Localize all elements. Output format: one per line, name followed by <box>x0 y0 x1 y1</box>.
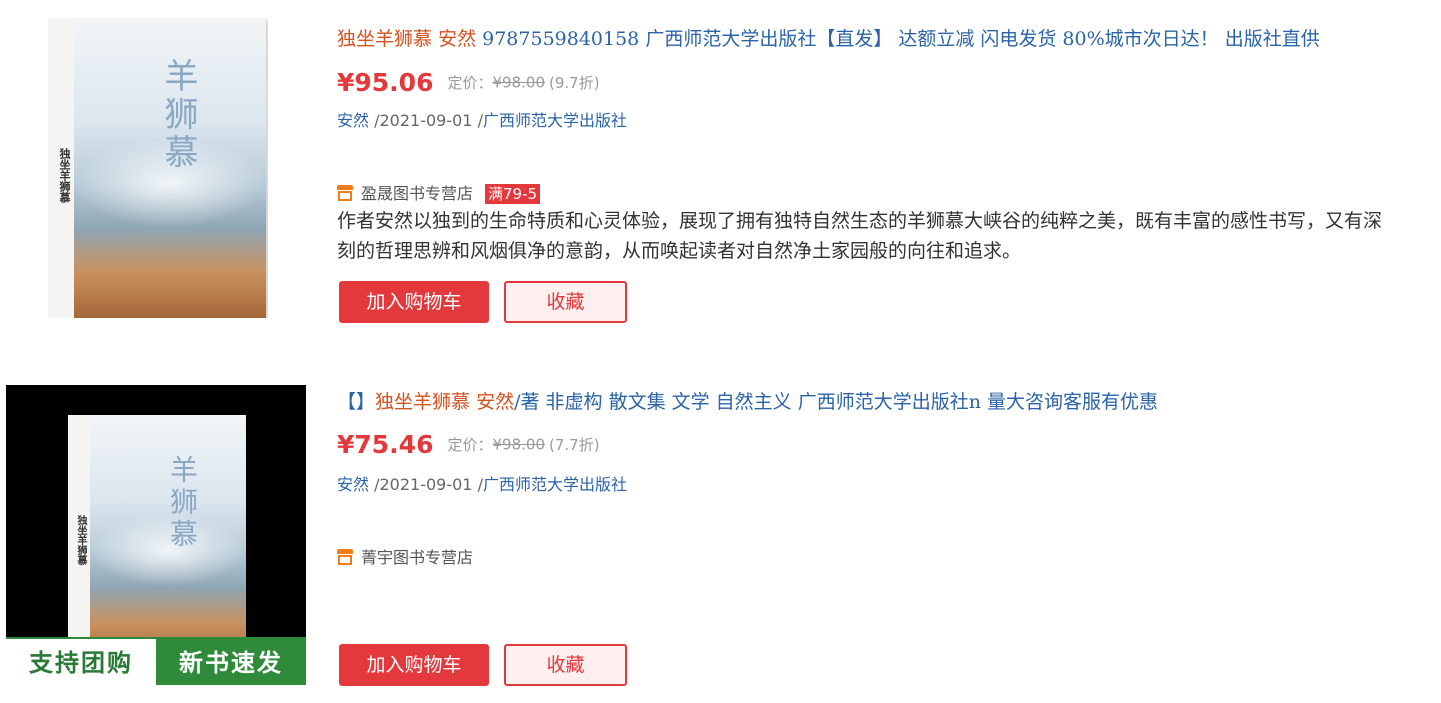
add-to-cart-button[interactable]: 加入购物车 <box>339 281 489 323</box>
cover-title: 羊狮慕 <box>166 455 199 551</box>
book-front: 羊狮慕 <box>90 415 246 661</box>
shop-row: 菁宇图书专营店 <box>337 544 473 568</box>
discount-rate: (7.7折) <box>549 436 600 454</box>
book-spine: 独坐羊狮慕 <box>68 415 91 661</box>
group-buy-label: 支持团购 <box>6 639 156 685</box>
product-cover-image[interactable]: 独坐羊狮慕 羊狮慕 <box>48 18 268 318</box>
spine-title: 独坐羊狮慕 <box>75 515 86 565</box>
book-meta: 安然 /2021-09-01 /广西师范大学出版社 <box>337 107 627 131</box>
author-link[interactable]: 安然 <box>337 475 369 494</box>
favorite-button[interactable]: 收藏 <box>504 644 627 686</box>
cover-title: 羊狮慕 <box>158 58 198 172</box>
list-price-label: 定价： <box>447 74 493 92</box>
book-spine: 独坐羊狮慕 <box>48 18 75 318</box>
title-rest[interactable]: 9787559840158 广西师范大学出版社【直发】 达额立减 闪电发货 80… <box>482 28 1320 50</box>
product-title-link[interactable]: 【】独坐羊狮慕 安然/著 非虚构 散文集 文学 自然主义 广西师范大学出版社n … <box>337 387 1158 414</box>
title-author[interactable]: 安然 <box>476 391 514 413</box>
list-price-label: 定价： <box>447 436 493 454</box>
shop-name-link[interactable]: 菁宇图书专营店 <box>361 548 473 567</box>
product-item: 独坐羊狮慕 羊狮慕 独坐羊狮慕 安然 9787559840158 广西师范大学出… <box>0 0 1441 350</box>
add-to-cart-button[interactable]: 加入购物车 <box>339 644 489 686</box>
price-row: ¥95.06 定价：¥98.00 (9.7折) <box>337 68 600 97</box>
store-icon <box>337 549 353 565</box>
new-book-label: 新书速发 <box>156 639 306 685</box>
book-meta: 安然 /2021-09-01 /广西师范大学出版社 <box>337 471 627 495</box>
product-cover-image[interactable]: 独坐羊狮慕 羊狮慕 支持团购 新书速发 <box>6 385 306 685</box>
discount-rate: (9.7折) <box>549 74 600 92</box>
title-rest[interactable]: /著 非虚构 散文集 文学 自然主义 广西师范大学出版社n 量大咨询客服有优惠 <box>514 391 1158 413</box>
list-price: ¥98.00 <box>492 73 546 92</box>
favorite-button[interactable]: 收藏 <box>504 281 627 323</box>
title-author[interactable]: 安然 <box>438 28 476 50</box>
shop-name-link[interactable]: 盈晟图书专营店 <box>361 184 473 203</box>
cover-promo-strip: 支持团购 新书速发 <box>6 637 306 685</box>
title-bracket[interactable]: 【】 <box>337 391 375 413</box>
product-description: 作者安然以独到的生命特质和心灵体验，展现了拥有独特自然生态的羊狮慕大峡谷的纯粹之… <box>337 210 1383 262</box>
store-icon <box>337 185 353 201</box>
publish-date: /2021-09-01 / <box>374 475 483 494</box>
publisher-link[interactable]: 广西师范大学出版社 <box>483 475 627 494</box>
book-cover-art: 独坐羊狮慕 羊狮慕 <box>68 415 246 661</box>
product-title-link[interactable]: 独坐羊狮慕 安然 9787559840158 广西师范大学出版社【直发】 达额立… <box>337 24 1320 51</box>
author-link[interactable]: 安然 <box>337 111 369 130</box>
product-item: 独坐羊狮慕 羊狮慕 支持团购 新书速发 【】独坐羊狮慕 安然/著 非虚构 散文集… <box>0 363 1441 703</box>
promo-badge: 满79-5 <box>485 184 541 204</box>
title-book-name[interactable]: 独坐羊狮慕 <box>375 391 470 413</box>
sale-price: ¥75.46 <box>337 430 434 459</box>
publisher-link[interactable]: 广西师范大学出版社 <box>483 111 627 130</box>
list-price: ¥98.00 <box>492 435 546 454</box>
sale-price: ¥95.06 <box>337 68 434 97</box>
shop-row: 盈晟图书专营店 满79-5 <box>337 180 541 204</box>
publish-date: /2021-09-01 / <box>374 111 483 130</box>
title-book-name[interactable]: 独坐羊狮慕 <box>337 28 432 50</box>
price-row: ¥75.46 定价：¥98.00 (7.7折) <box>337 430 600 459</box>
spine-title: 独坐羊狮慕 <box>58 148 71 203</box>
book-front: 羊狮慕 <box>74 18 266 318</box>
book-cover-art: 独坐羊狮慕 羊狮慕 <box>48 18 266 318</box>
